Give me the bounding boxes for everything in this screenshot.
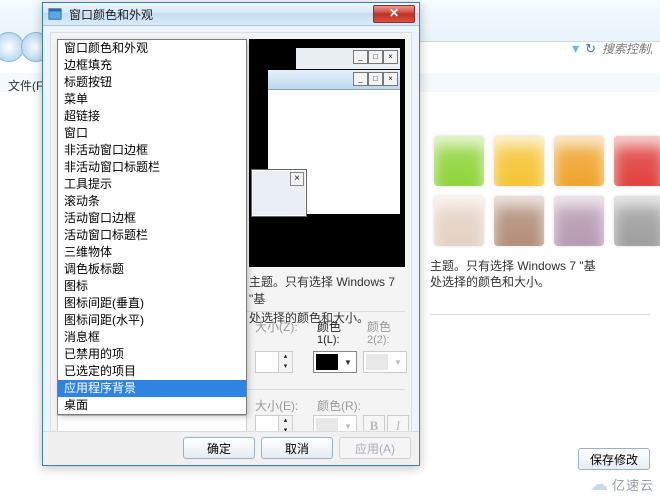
bg-divider	[430, 314, 650, 315]
dropdown-item[interactable]: 滚动条	[58, 193, 246, 210]
dropdown-item[interactable]: 桌面	[58, 397, 246, 414]
color-swatch[interactable]	[494, 136, 544, 186]
address-separator-icon: ▾	[572, 40, 579, 57]
chevron-down-icon: ▼	[340, 358, 356, 367]
cancel-button[interactable]: 取消	[261, 437, 333, 459]
dropdown-item[interactable]: 已禁用的项	[58, 346, 246, 363]
dropdown-item[interactable]: 标题按钮	[58, 74, 246, 91]
size2-label: 大小(E):	[255, 397, 298, 414]
dropdown-item[interactable]: 边框填充	[58, 57, 246, 74]
save-changes-button[interactable]: 保存修改	[578, 448, 650, 470]
close-icon: ×	[383, 72, 398, 86]
dropdown-item[interactable]: 应用程序背景	[58, 380, 246, 397]
bg-help-text: 处选择的颜色和大小。	[430, 273, 550, 290]
dropdown-item[interactable]: 活动窗口边框	[58, 210, 246, 227]
dropdown-item[interactable]: 菜单	[58, 91, 246, 108]
color2-picker: ▼	[363, 351, 407, 373]
color-swatch[interactable]	[614, 196, 660, 246]
dropdown-item[interactable]: 图标间距(垂直)	[58, 295, 246, 312]
dropdown-item[interactable]: 消息框	[58, 329, 246, 346]
dialog-titlebar[interactable]: 窗口颜色和外观 ✕	[43, 3, 419, 26]
dropdown-item[interactable]: 三维物体	[58, 244, 246, 261]
window-color-dialog: 窗口颜色和外观 ✕ _ □ × _ □ ×	[42, 2, 420, 466]
cloud-icon: ☁	[590, 474, 608, 495]
color-swatch[interactable]	[554, 136, 604, 186]
dropdown-item[interactable]: 超链接	[58, 108, 246, 125]
color-swatch[interactable]	[494, 196, 544, 246]
search-input[interactable]	[602, 42, 652, 56]
size-label: 大小(Z):	[255, 318, 298, 335]
dropdown-item[interactable]: 窗口	[58, 125, 246, 142]
color1-swatch	[316, 354, 338, 370]
item-dropdown-open[interactable]: 窗口颜色和外观 边框填充标题按钮菜单超链接窗口非活动窗口边框非活动窗口标题栏工具…	[57, 39, 247, 415]
spin-down-icon: ▾	[279, 362, 292, 372]
minimize-icon: _	[353, 50, 368, 64]
minimize-icon: _	[353, 72, 368, 86]
color-swatch[interactable]	[614, 136, 660, 186]
maximize-icon: □	[368, 72, 383, 86]
chevron-down-icon: ▼	[390, 358, 406, 367]
dropdown-item[interactable]: 图标	[58, 278, 246, 295]
color-swatch[interactable]	[554, 196, 604, 246]
bg-search-area: ▾ ↻	[572, 40, 652, 57]
color-swatch-grid	[434, 136, 660, 246]
refresh-icon[interactable]: ↻	[585, 41, 596, 57]
watermark: ☁ 亿速云	[590, 474, 654, 495]
preview-message-box: ×	[251, 169, 307, 217]
color-r-label: 颜色(R):	[317, 397, 361, 414]
watermark-text: 亿速云	[612, 475, 654, 494]
dropdown-item[interactable]: 已选定的项目	[58, 363, 246, 380]
dialog-body: _ □ × _ □ × × 主题。只	[50, 32, 412, 458]
color-swatch[interactable]	[434, 136, 484, 186]
close-icon: ×	[383, 50, 398, 64]
color2-header: 颜色	[367, 318, 391, 335]
maximize-icon: □	[368, 50, 383, 64]
color1-header: 颜色	[317, 318, 341, 335]
dropdown-item[interactable]: 图标间距(水平)	[58, 312, 246, 329]
dialog-buttons: 确定 取消 应用(A)	[183, 437, 411, 459]
dropdown-item[interactable]: 非活动窗口标题栏	[58, 159, 246, 176]
save-changes-area: 保存修改	[578, 448, 650, 470]
spin-up-icon: ▴	[279, 416, 292, 426]
dropdown-item[interactable]: 工具提示	[58, 176, 246, 193]
color-swatch[interactable]	[434, 196, 484, 246]
preview-area: _ □ × _ □ × ×	[249, 39, 405, 267]
dropdown-item[interactable]: 活动窗口标题栏	[58, 227, 246, 244]
size-stepper: ▴▾	[255, 351, 293, 373]
bg-help-text: 主题。只有选择 Windows 7 "基	[430, 257, 596, 274]
ok-button[interactable]: 确定	[183, 437, 255, 459]
dropdown-current[interactable]: 窗口颜色和外观	[58, 40, 246, 57]
dialog-title: 窗口颜色和外观	[69, 6, 373, 23]
apply-button[interactable]: 应用(A)	[339, 437, 411, 459]
close-icon[interactable]: ✕	[373, 5, 415, 23]
color1-picker[interactable]: ▼	[313, 351, 357, 373]
system-icon	[47, 6, 63, 22]
close-icon: ×	[290, 172, 304, 186]
chevron-down-icon: ▼	[340, 422, 356, 431]
color2-label: 2(2):	[367, 334, 390, 346]
dropdown-item[interactable]: 非活动窗口边框	[58, 142, 246, 159]
spin-up-icon: ▴	[279, 352, 292, 362]
dropdown-item[interactable]: 调色板标题	[58, 261, 246, 278]
color2-swatch	[366, 354, 388, 370]
color1-label: 1(L):	[317, 334, 340, 346]
